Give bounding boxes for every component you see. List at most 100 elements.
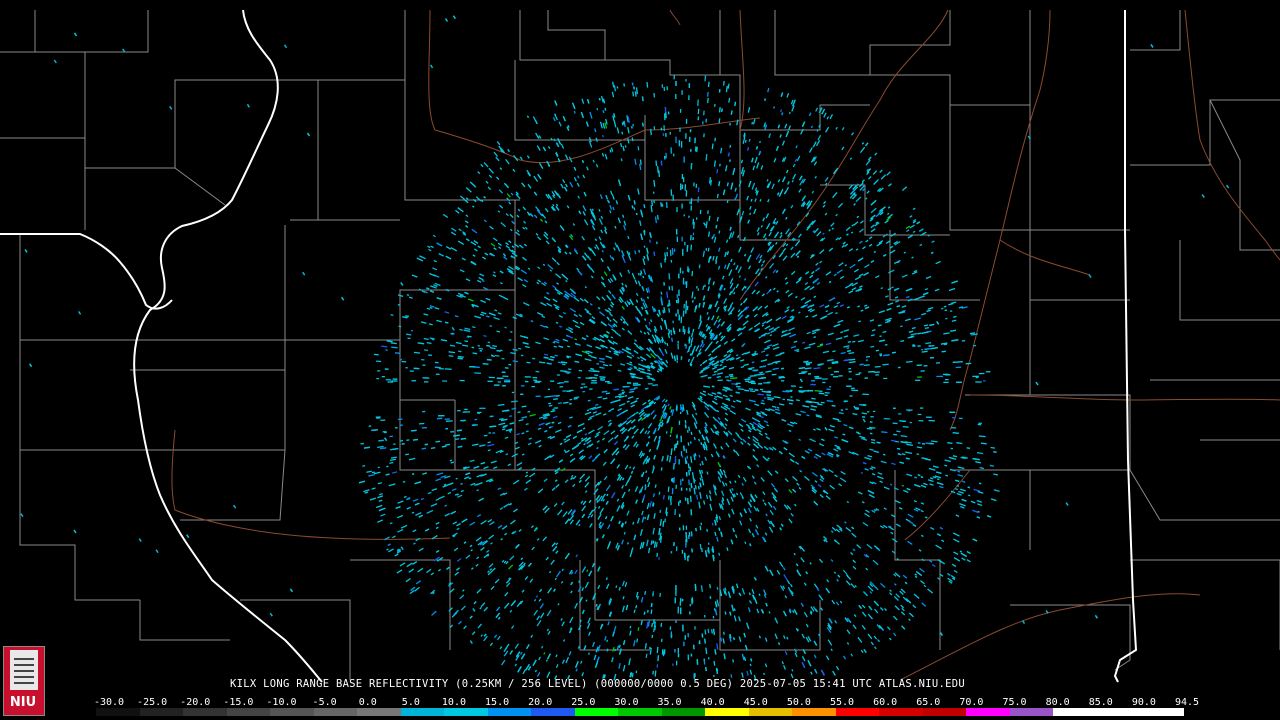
echo-speck	[870, 345, 875, 348]
echo-speck	[744, 253, 747, 257]
echo-speck	[564, 518, 570, 525]
echo-speck	[610, 430, 616, 435]
echo-speck	[695, 345, 700, 352]
echo-speck	[805, 271, 810, 275]
echo-speck	[587, 417, 592, 421]
echo-speck	[977, 503, 983, 507]
echo-speck	[893, 632, 897, 637]
echo-speck	[640, 619, 643, 626]
echo-speck	[825, 126, 830, 133]
echo-speck	[936, 533, 942, 537]
echo-speck	[584, 581, 589, 589]
echo-speck	[729, 226, 732, 231]
echo-speck	[853, 268, 859, 273]
echo-speck	[461, 257, 466, 261]
echo-speck	[653, 541, 657, 549]
echo-speck	[729, 488, 733, 494]
echo-speck	[602, 397, 608, 400]
echo-speck	[666, 342, 669, 346]
echo-speck	[554, 577, 557, 581]
echo-speck	[526, 361, 531, 364]
echo-speck	[747, 107, 751, 113]
echo-speck	[533, 191, 538, 196]
echo-speck	[970, 500, 976, 504]
echo-speck	[582, 211, 586, 216]
echo-speck	[512, 360, 518, 363]
echo-speck	[595, 604, 598, 607]
echo-speck	[864, 306, 870, 310]
echo-speck	[633, 365, 637, 369]
echo-speck	[881, 431, 888, 434]
echo-speck	[659, 509, 662, 514]
echo-speck	[444, 504, 448, 507]
echo-speck	[968, 494, 971, 497]
echo-speck	[433, 284, 438, 288]
echo-speck	[741, 588, 746, 595]
echo-speck	[847, 349, 852, 352]
echo-speck	[596, 108, 599, 111]
echo-speck	[763, 502, 767, 506]
echo-speck	[648, 436, 651, 439]
echo-speck	[738, 616, 741, 622]
echo-speck	[596, 362, 600, 365]
echo-speck	[553, 407, 557, 409]
echo-speck	[817, 363, 822, 366]
echo-speck	[371, 429, 379, 431]
echo-speck	[604, 226, 607, 231]
echo-speck	[941, 350, 946, 353]
echo-speck	[904, 318, 911, 322]
echo-speck	[867, 633, 873, 640]
echo-speck	[744, 389, 750, 392]
echo-speck	[428, 248, 432, 252]
echo-speck	[816, 231, 822, 237]
echo-speck	[743, 290, 747, 294]
echo-speck	[593, 488, 599, 495]
echo-speck	[784, 595, 788, 599]
echo-speck	[509, 650, 514, 655]
echo-speck	[977, 490, 984, 494]
echo-speck	[751, 289, 756, 295]
echo-speck	[764, 663, 768, 668]
echo-speck	[596, 499, 600, 503]
echo-speck	[829, 114, 834, 120]
echo-speck	[507, 148, 511, 153]
echo-speck	[411, 274, 418, 278]
echo-speck	[497, 312, 502, 315]
echo-speck	[392, 447, 399, 451]
echo-speck	[980, 442, 987, 445]
echo-speck	[880, 460, 887, 464]
echo-speck	[522, 226, 526, 230]
echo-speck	[547, 630, 551, 635]
echo-speck	[828, 297, 836, 302]
echo-speck	[562, 115, 566, 122]
echo-speck	[821, 452, 826, 456]
echo-speck	[788, 518, 793, 524]
echo-speck	[835, 213, 838, 217]
echo-speck	[524, 576, 529, 581]
echo-speck	[929, 477, 934, 480]
echo-speck	[611, 294, 616, 300]
echo-speck	[576, 429, 583, 434]
echo-speck	[551, 421, 555, 424]
echo-speck	[937, 478, 940, 481]
echo-speck	[822, 204, 826, 208]
echo-speck	[723, 264, 727, 269]
echo-speck	[752, 119, 756, 125]
echo-speck	[953, 538, 960, 543]
echo-speck	[781, 140, 786, 146]
echo-speck	[710, 453, 714, 458]
echo-speck	[716, 169, 719, 174]
echo-speck	[955, 514, 960, 517]
echo-speck	[746, 195, 749, 201]
echo-speck	[851, 532, 857, 538]
echo-speck	[923, 324, 929, 327]
echo-speck	[595, 346, 601, 350]
echo-speck	[362, 465, 366, 467]
echo-speck	[756, 227, 760, 232]
echo-speck	[734, 197, 737, 200]
echo-speck	[804, 367, 812, 370]
echo-speck	[781, 112, 784, 116]
echo-speck	[579, 321, 585, 326]
echo-speck	[642, 275, 645, 279]
echo-speck	[574, 569, 578, 575]
